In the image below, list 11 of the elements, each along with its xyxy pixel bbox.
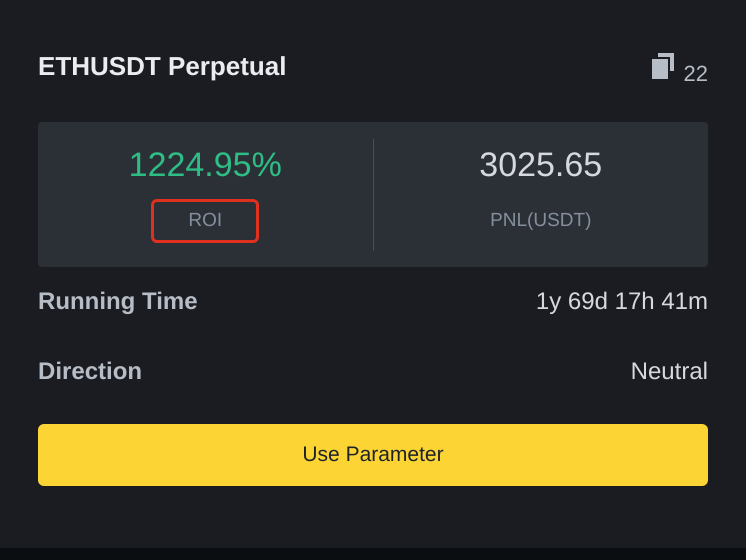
stat-value: 1224.95% — [128, 146, 282, 185]
stat-value: 3025.65 — [479, 146, 602, 185]
card-title: ETHUSDT Perpetual — [38, 50, 286, 82]
detail-label: Running Time — [38, 288, 198, 316]
detail-label: Direction — [38, 358, 142, 386]
use-parameter-button[interactable]: Use Parameter — [38, 424, 708, 486]
copy-count: 22 — [684, 61, 708, 87]
stat-label: PNL(USDT) — [489, 209, 592, 233]
highlighted-stat-label: ROI — [151, 199, 260, 243]
detail-value: Neutral — [630, 358, 708, 386]
detail-value: 1y 69d 17h 41m — [536, 288, 708, 316]
